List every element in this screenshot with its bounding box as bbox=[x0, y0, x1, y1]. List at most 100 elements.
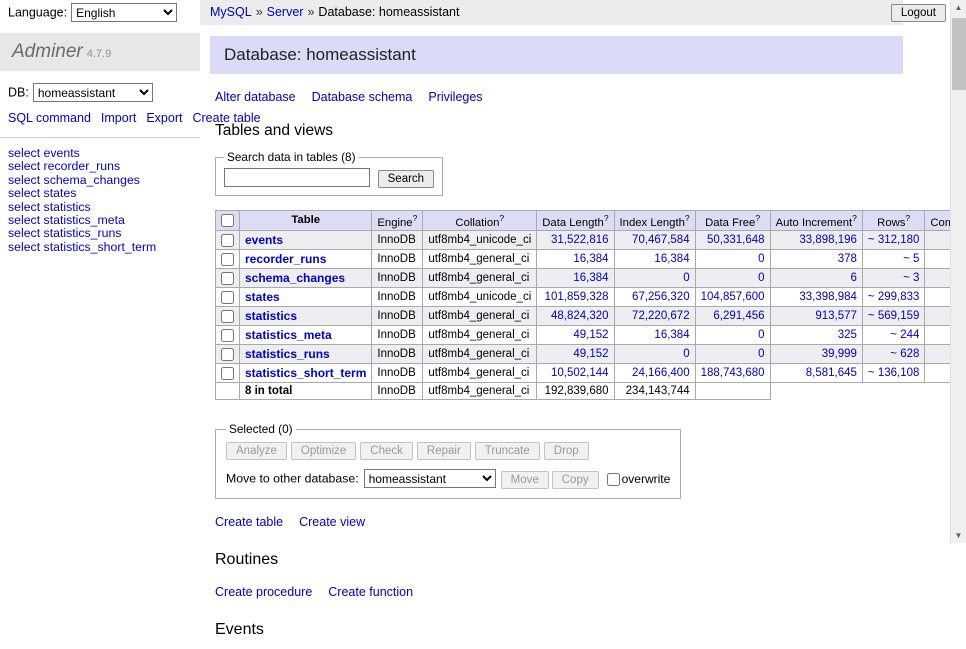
checkbox-statistics_runs[interactable] bbox=[221, 348, 234, 361]
sidebar-action-sql-command[interactable]: SQL command bbox=[8, 111, 91, 125]
recorder_runs-auto-increment-link[interactable]: 378 bbox=[838, 253, 857, 265]
statistics_runs-data-free-link[interactable]: 0 bbox=[758, 348, 764, 360]
statistics-index-length-link[interactable]: 72,220,672 bbox=[632, 310, 690, 322]
recorder_runs-data-length-link[interactable]: 16,384 bbox=[573, 253, 608, 265]
vertical-scrollbar[interactable]: ▲ ▼ bbox=[950, 0, 966, 543]
link-create-procedure[interactable]: Create procedure bbox=[215, 585, 312, 599]
recorder_runs-index-length-link[interactable]: 16,384 bbox=[654, 253, 689, 265]
nav-database-schema[interactable]: Database schema bbox=[312, 90, 413, 104]
table-link-events[interactable]: events bbox=[245, 233, 283, 247]
sidebar-select-statistics-meta[interactable]: select statistics_meta bbox=[8, 214, 192, 227]
schema_changes-rows-link[interactable]: ~ 3 bbox=[903, 272, 919, 284]
checkbox-states[interactable] bbox=[221, 291, 234, 304]
statistics-data-length-link[interactable]: 48,824,320 bbox=[551, 310, 609, 322]
table-link-recorder_runs[interactable]: recorder_runs bbox=[245, 252, 326, 266]
events-rows-link[interactable]: ~ 312,180 bbox=[868, 234, 919, 246]
table-link-statistics_runs[interactable]: statistics_runs bbox=[245, 347, 330, 361]
checkbox-recorder_runs[interactable] bbox=[221, 253, 234, 266]
search-input[interactable] bbox=[224, 168, 370, 187]
repair-button[interactable]: Repair bbox=[417, 442, 471, 460]
statistics_short_term-index-length-link[interactable]: 24,166,400 bbox=[632, 367, 690, 379]
recorder_runs-rows-link[interactable]: ~ 5 bbox=[903, 253, 919, 265]
help-link[interactable]: ? bbox=[685, 213, 690, 223]
statistics_short_term-auto-increment-link[interactable]: 8,581,645 bbox=[806, 367, 857, 379]
states-data-free-link[interactable]: 104,857,600 bbox=[701, 291, 765, 303]
table-link-schema_changes[interactable]: schema_changes bbox=[245, 271, 345, 285]
language-select[interactable]: English bbox=[71, 3, 177, 22]
states-index-length-link[interactable]: 67,256,320 bbox=[632, 291, 690, 303]
statistics_runs-auto-increment-link[interactable]: 39,999 bbox=[822, 348, 857, 360]
truncate-button[interactable]: Truncate bbox=[475, 442, 540, 460]
overwrite-checkbox[interactable] bbox=[607, 473, 620, 486]
states-data-length-link[interactable]: 101,859,328 bbox=[545, 291, 609, 303]
statistics_runs-index-length-link[interactable]: 0 bbox=[683, 348, 689, 360]
link-create-function[interactable]: Create function bbox=[328, 585, 413, 599]
statistics_short_term-data-free-link[interactable]: 188,743,680 bbox=[701, 367, 765, 379]
sidebar-select-statistics-short-term[interactable]: select statistics_short_term bbox=[8, 241, 192, 254]
sidebar-action-import[interactable]: Import bbox=[101, 111, 136, 125]
table-link-states[interactable]: states bbox=[245, 290, 280, 304]
checkbox-statistics_short_term[interactable] bbox=[221, 367, 234, 380]
schema_changes-data-length-link[interactable]: 16,384 bbox=[573, 272, 608, 284]
events-data-free-link[interactable]: 50,331,648 bbox=[707, 234, 765, 246]
help-link[interactable]: ? bbox=[905, 213, 910, 223]
scrollbar-thumb[interactable] bbox=[952, 18, 966, 90]
drop-button[interactable]: Drop bbox=[544, 442, 589, 460]
schema_changes-data-free-link[interactable]: 0 bbox=[758, 272, 764, 284]
states-auto-increment-link[interactable]: 33,398,984 bbox=[799, 291, 857, 303]
nav-alter-database[interactable]: Alter database bbox=[215, 90, 296, 104]
nav-privileges[interactable]: Privileges bbox=[428, 90, 482, 104]
scroll-up-arrow[interactable]: ▲ bbox=[951, 0, 966, 15]
sidebar-select-schema-changes[interactable]: select schema_changes bbox=[8, 174, 192, 187]
sidebar-select-events[interactable]: select events bbox=[8, 147, 192, 160]
table-link-statistics[interactable]: statistics bbox=[245, 309, 297, 323]
statistics_short_term-rows-link[interactable]: ~ 136,108 bbox=[868, 367, 919, 379]
statistics-data-free-link[interactable]: 6,291,456 bbox=[713, 310, 764, 322]
statistics_meta-rows-link[interactable]: ~ 244 bbox=[890, 329, 919, 341]
checkbox-events[interactable] bbox=[221, 234, 234, 247]
statistics-rows-link[interactable]: ~ 569,159 bbox=[868, 310, 919, 322]
help-link[interactable]: ? bbox=[413, 213, 418, 223]
events-auto-increment-link[interactable]: 33,898,196 bbox=[799, 234, 857, 246]
copy-button[interactable]: Copy bbox=[552, 471, 599, 489]
move-button[interactable]: Move bbox=[501, 471, 549, 489]
statistics_runs-rows-link[interactable]: ~ 628 bbox=[890, 348, 919, 360]
schema_changes-auto-increment-link[interactable]: 6 bbox=[851, 272, 857, 284]
recorder_runs-data-free-link[interactable]: 0 bbox=[758, 253, 764, 265]
optimize-button[interactable]: Optimize bbox=[291, 442, 356, 460]
table-link-statistics_short_term[interactable]: statistics_short_term bbox=[245, 366, 366, 380]
sidebar-select-statistics-runs[interactable]: select statistics_runs bbox=[8, 227, 192, 240]
checkbox-statistics[interactable] bbox=[221, 310, 234, 323]
states-rows-link[interactable]: ~ 299,833 bbox=[868, 291, 919, 303]
statistics_runs-data-length-link[interactable]: 49,152 bbox=[573, 348, 608, 360]
sidebar-select-states[interactable]: select states bbox=[8, 187, 192, 200]
events-data-length-link[interactable]: 31,522,816 bbox=[551, 234, 609, 246]
statistics_meta-data-length-link[interactable]: 49,152 bbox=[573, 329, 608, 341]
select-all-checkbox[interactable] bbox=[221, 214, 234, 227]
help-link[interactable]: ? bbox=[852, 213, 857, 223]
help-link[interactable]: ? bbox=[499, 213, 504, 223]
statistics-auto-increment-link[interactable]: 913,577 bbox=[815, 310, 857, 322]
logout-button[interactable]: Logout bbox=[891, 4, 946, 22]
scroll-down-arrow[interactable]: ▼ bbox=[951, 528, 966, 543]
search-button[interactable]: Search bbox=[378, 170, 434, 188]
statistics_meta-index-length-link[interactable]: 16,384 bbox=[654, 329, 689, 341]
breadcrumb-link-server[interactable]: Server bbox=[267, 5, 304, 19]
move-db-select[interactable]: homeassistant bbox=[364, 469, 496, 488]
link-create-view[interactable]: Create view bbox=[299, 515, 365, 529]
help-link[interactable]: ? bbox=[604, 213, 609, 223]
schema_changes-index-length-link[interactable]: 0 bbox=[683, 272, 689, 284]
statistics_short_term-data-length-link[interactable]: 10,502,144 bbox=[551, 367, 609, 379]
help-link[interactable]: ? bbox=[755, 213, 760, 223]
statistics_meta-auto-increment-link[interactable]: 325 bbox=[838, 329, 857, 341]
checkbox-schema_changes[interactable] bbox=[221, 272, 234, 285]
sidebar-action-export[interactable]: Export bbox=[146, 111, 182, 125]
events-index-length-link[interactable]: 70,467,584 bbox=[632, 234, 690, 246]
check-button[interactable]: Check bbox=[360, 442, 413, 460]
checkbox-statistics_meta[interactable] bbox=[221, 329, 234, 342]
analyze-button[interactable]: Analyze bbox=[226, 442, 287, 460]
table-link-statistics_meta[interactable]: statistics_meta bbox=[245, 328, 332, 342]
statistics_meta-data-free-link[interactable]: 0 bbox=[758, 329, 764, 341]
link-create-table[interactable]: Create table bbox=[215, 515, 283, 529]
sidebar-select-recorder-runs[interactable]: select recorder_runs bbox=[8, 160, 192, 173]
